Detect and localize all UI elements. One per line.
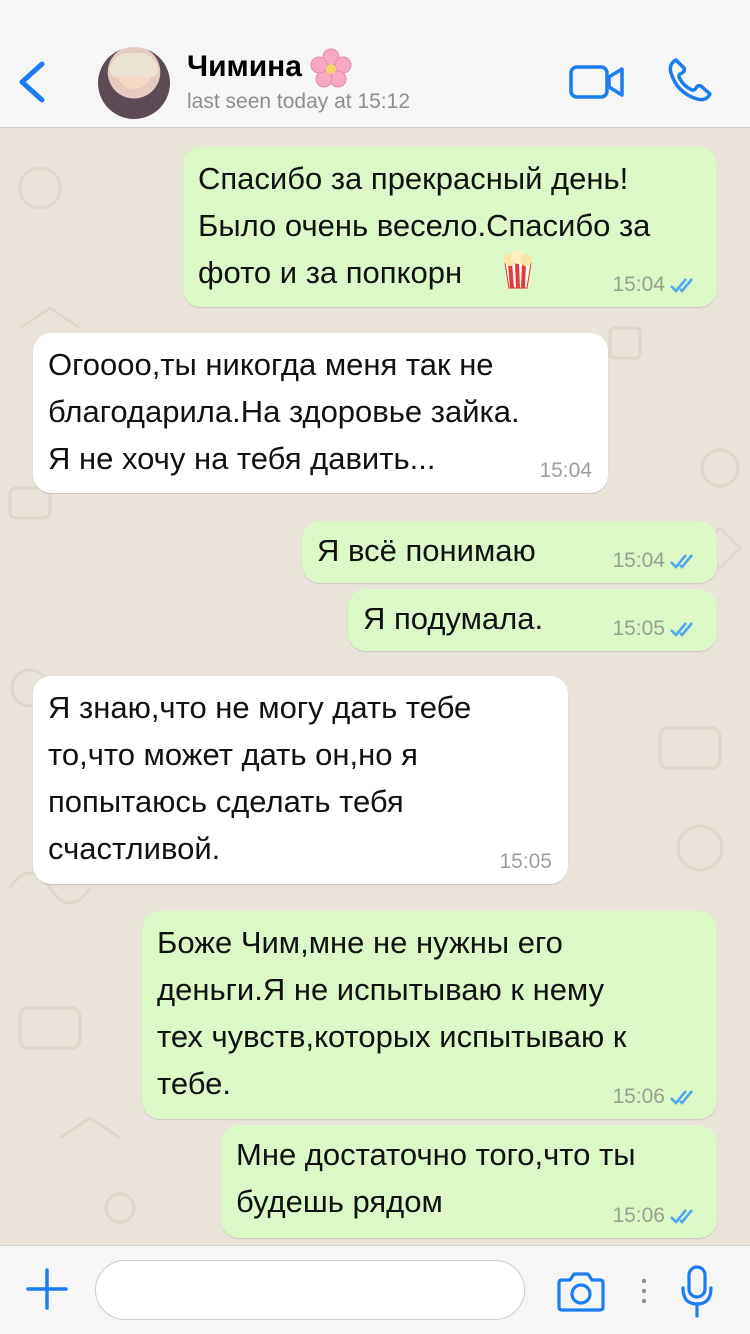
message-time: 15:06 [612, 1085, 665, 1108]
read-double-check-icon [670, 278, 693, 293]
more-vertical-icon[interactable] [640, 1276, 648, 1306]
message-text: Огоооо,ты никогда меня так не благодарил… [48, 347, 520, 476]
popcorn-icon [504, 250, 532, 289]
message-meta: 15:06 [612, 1204, 701, 1228]
read-double-check-icon [670, 1090, 693, 1105]
message-bubble-outgoing[interactable]: Я подумала. 15:05 [348, 589, 717, 651]
back-chevron-icon[interactable] [10, 52, 54, 112]
read-double-check-icon [670, 622, 693, 637]
composer-bar [0, 1245, 750, 1334]
read-double-check-icon [670, 554, 693, 569]
last-seen-status: last seen today at 15:12 [187, 90, 410, 113]
read-double-check-icon [670, 1209, 693, 1224]
phone-call-icon[interactable] [666, 56, 714, 104]
message-meta: 15:05 [499, 850, 552, 874]
message-bubble-incoming[interactable]: Я знаю,что не могу дать тебе то,что може… [33, 676, 568, 884]
message-bubble-outgoing[interactable]: Мне достаточно того,что ты будешь рядом … [221, 1125, 717, 1238]
message-text: Я знаю,что не могу дать тебе то,что може… [48, 690, 472, 866]
cherry-blossom-icon [310, 48, 352, 88]
plus-icon[interactable] [24, 1266, 70, 1312]
camera-icon[interactable] [555, 1271, 607, 1313]
message-time: 15:05 [499, 850, 552, 873]
contact-avatar[interactable] [98, 47, 170, 119]
message-bubble-outgoing[interactable]: Спасибо за прекрасный день! Было очень в… [183, 147, 717, 307]
message-time: 15:05 [612, 617, 665, 640]
contact-name[interactable]: Чимина [187, 50, 302, 84]
message-bubble-incoming[interactable]: Огоооо,ты никогда меня так не благодарил… [33, 333, 608, 493]
message-text: Боже Чим,мне не нужны его деньги.Я не ис… [157, 925, 627, 1101]
message-time: 15:04 [612, 273, 665, 296]
message-time: 15:04 [539, 459, 592, 482]
video-call-icon[interactable] [568, 62, 626, 102]
message-input[interactable] [95, 1260, 525, 1320]
message-meta: 15:04 [612, 273, 701, 297]
message-meta: 15:06 [612, 1085, 701, 1109]
message-time: 15:06 [612, 1204, 665, 1227]
message-time: 15:04 [612, 549, 665, 572]
message-meta: 15:05 [612, 617, 701, 641]
message-bubble-outgoing[interactable]: Я всё понимаю 15:04 [302, 521, 717, 583]
message-meta: 15:04 [612, 549, 701, 573]
message-bubble-outgoing[interactable]: Боже Чим,мне не нужны его деньги.Я не ис… [142, 911, 717, 1119]
message-list[interactable]: Спасибо за прекрасный день! Было очень в… [0, 128, 750, 1245]
message-meta: 15:04 [539, 459, 592, 483]
chat-header: Чимина last seen today at 15:12 [0, 0, 750, 128]
microphone-icon[interactable] [679, 1264, 715, 1320]
